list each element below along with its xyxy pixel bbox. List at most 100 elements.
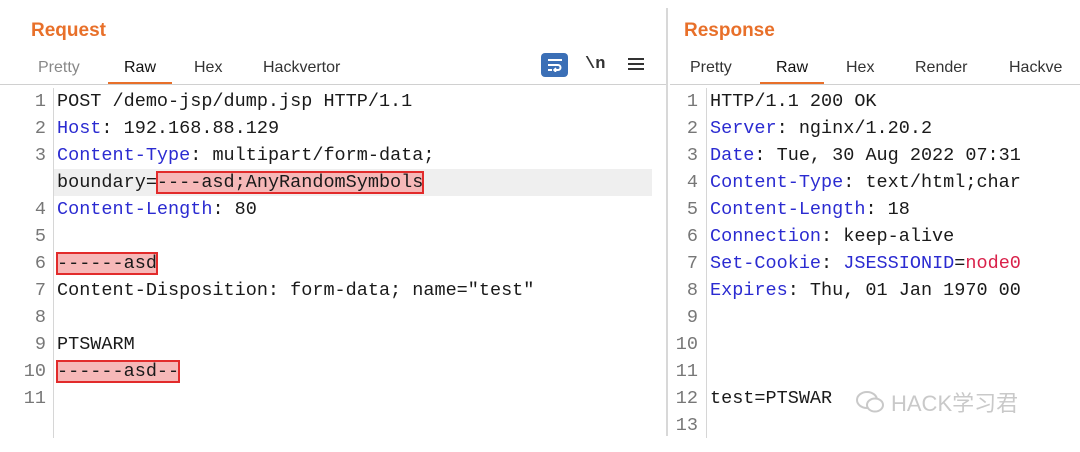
line-number: 12 [675, 388, 698, 409]
wrap-icon [547, 59, 562, 72]
line-text: HTTP/1.1 200 OK [710, 91, 877, 112]
code-line[interactable]: 8 Expires: Thu, 01 Jan 1970 00 [670, 277, 1080, 304]
line-content: PTSWARM [57, 331, 135, 358]
code-line[interactable]: 6 ------asd [0, 250, 666, 277]
line-text: test=PTSWAR [710, 388, 833, 409]
line-content: Server: nginx/1.20.2 [710, 115, 932, 142]
code-line[interactable]: 11 [0, 385, 666, 412]
wechat-icon [856, 391, 884, 413]
line-content: Set-Cookie: JSESSIONID=node0 [710, 250, 1021, 277]
pane-divider[interactable] [666, 8, 668, 436]
watermark: HACK学习君 [855, 386, 1018, 418]
highlighted-boundary: ----asd;AnyRandomSymbols [155, 171, 425, 194]
line-number: 11 [675, 361, 698, 382]
tab-pretty[interactable]: Pretty [38, 59, 80, 77]
line-content: POST /demo-jsp/dump.jsp HTTP/1.1 [57, 88, 412, 115]
show-newlines-button[interactable]: \n [585, 52, 605, 76]
code-line[interactable]: 3 Date: Tue, 30 Aug 2022 07:31 [670, 142, 1080, 169]
response-title: Response [684, 20, 775, 41]
line-number: 4 [686, 172, 698, 193]
code-line[interactable]: 2 Host: 192.168.88.129 [0, 115, 666, 142]
header-name: Date [710, 145, 755, 166]
cookie-equals: = [954, 253, 966, 274]
header-value: : nginx/1.20.2 [776, 118, 933, 139]
code-line[interactable]: 4 Content-Type: text/html;char [670, 169, 1080, 196]
header-value: : [821, 253, 844, 274]
line-content: Content-Type: text/html;char [710, 169, 1021, 196]
header-name: Host [57, 118, 102, 139]
code-line[interactable]: 9 [670, 304, 1080, 331]
tab-underline [0, 84, 666, 85]
line-number: 3 [686, 145, 698, 166]
line-number: 9 [34, 334, 46, 355]
line-number: 2 [686, 118, 698, 139]
code-line[interactable]: 10 ------asd-- [0, 358, 666, 385]
tab-hex[interactable]: Hex [194, 59, 222, 77]
tab-render[interactable]: Render [915, 59, 967, 77]
tab-hackvertor[interactable]: Hackve [1009, 59, 1062, 77]
code-line[interactable]: 3 Content-Type: multipart/form-data; [0, 142, 666, 169]
header-name: Content-Type [710, 172, 844, 193]
menu-button[interactable] [627, 52, 645, 76]
line-number: 8 [34, 307, 46, 328]
line-content: HTTP/1.1 200 OK [710, 88, 877, 115]
line-number: 5 [34, 226, 46, 247]
cookie-value: node0 [965, 253, 1021, 274]
line-number: 10 [675, 334, 698, 355]
header-name: Connection [710, 226, 822, 247]
code-line[interactable]: 4 Content-Length: 80 [0, 196, 666, 223]
code-line[interactable]: 2 Server: nginx/1.20.2 [670, 115, 1080, 142]
hamburger-icon [628, 58, 644, 70]
wrap-lines-button[interactable] [541, 53, 568, 77]
line-number: 6 [686, 226, 698, 247]
tab-underline [670, 84, 1080, 85]
header-value: : Tue, 30 Aug 2022 07:31 [754, 145, 1021, 166]
tab-pretty[interactable]: Pretty [690, 59, 732, 77]
code-line[interactable]: 8 [0, 304, 666, 331]
code-line[interactable]: 6 Connection: keep-alive [670, 223, 1080, 250]
request-editor[interactable]: 1 POST /demo-jsp/dump.jsp HTTP/1.1 2 Host: … [0, 88, 666, 452]
header-name: Content-Type [57, 145, 191, 166]
line-content: Host: 192.168.88.129 [57, 115, 279, 142]
tab-raw[interactable]: Raw [759, 59, 825, 85]
tab-raw[interactable]: Raw [107, 59, 173, 85]
header-name: Server [710, 118, 777, 139]
header-name: Set-Cookie [710, 253, 822, 274]
header-name: Expires [710, 280, 788, 301]
line-content: ------asd-- [55, 358, 181, 385]
line-content: Content-Type: multipart/form-data; [57, 142, 434, 169]
header-value: : 18 [865, 199, 910, 220]
line-number: 5 [686, 199, 698, 220]
line-content: Content-Disposition: form-data; name="te… [57, 277, 534, 304]
header-value: : Thu, 01 Jan 1970 00 [787, 280, 1021, 301]
code-line[interactable]: 7 Set-Cookie: JSESSIONID=node0 [670, 250, 1080, 277]
line-number: 11 [23, 388, 46, 409]
boundary-param: boundary= [57, 172, 157, 193]
code-line[interactable]: 11 [670, 358, 1080, 385]
code-line[interactable]: 5 [0, 223, 666, 250]
tab-hackvertor[interactable]: Hackvertor [263, 59, 340, 77]
line-number: 13 [675, 415, 698, 436]
line-number: 10 [23, 361, 46, 382]
line-content: ------asd [56, 250, 158, 277]
code-line[interactable]: boundary=----asd;AnyRandomSymbols [0, 169, 666, 196]
code-line[interactable]: 1 POST /demo-jsp/dump.jsp HTTP/1.1 [0, 88, 666, 115]
line-content: Date: Tue, 30 Aug 2022 07:31 [710, 142, 1021, 169]
highlighted-boundary: ------asd [56, 252, 158, 275]
highlighted-boundary: ------asd-- [55, 360, 181, 383]
line-content: boundary=----asd;AnyRandomSymbols [57, 169, 425, 196]
code-line[interactable]: 9 PTSWARM [0, 331, 666, 358]
tab-hex[interactable]: Hex [846, 59, 874, 77]
code-line[interactable]: 1 HTTP/1.1 200 OK [670, 88, 1080, 115]
line-text: Content-Disposition: form-data; name="te… [57, 280, 535, 301]
code-line[interactable]: 7 Content-Disposition: form-data; name="t… [0, 277, 666, 304]
line-number: 8 [686, 280, 698, 301]
header-name: Content-Length [57, 199, 213, 220]
line-text: POST /demo-jsp/dump.jsp HTTP/1.1 [57, 91, 413, 112]
header-value: : 192.168.88.129 [101, 118, 280, 139]
watermark-text: HACK学习君 [891, 391, 1019, 416]
code-line[interactable]: 5 Content-Length: 18 [670, 196, 1080, 223]
code-line[interactable]: 10 [670, 331, 1080, 358]
request-pane: Request Pretty Raw Hex Hackvertor \n 1 PO… [0, 0, 666, 452]
line-content: Connection: keep-alive [710, 223, 954, 250]
